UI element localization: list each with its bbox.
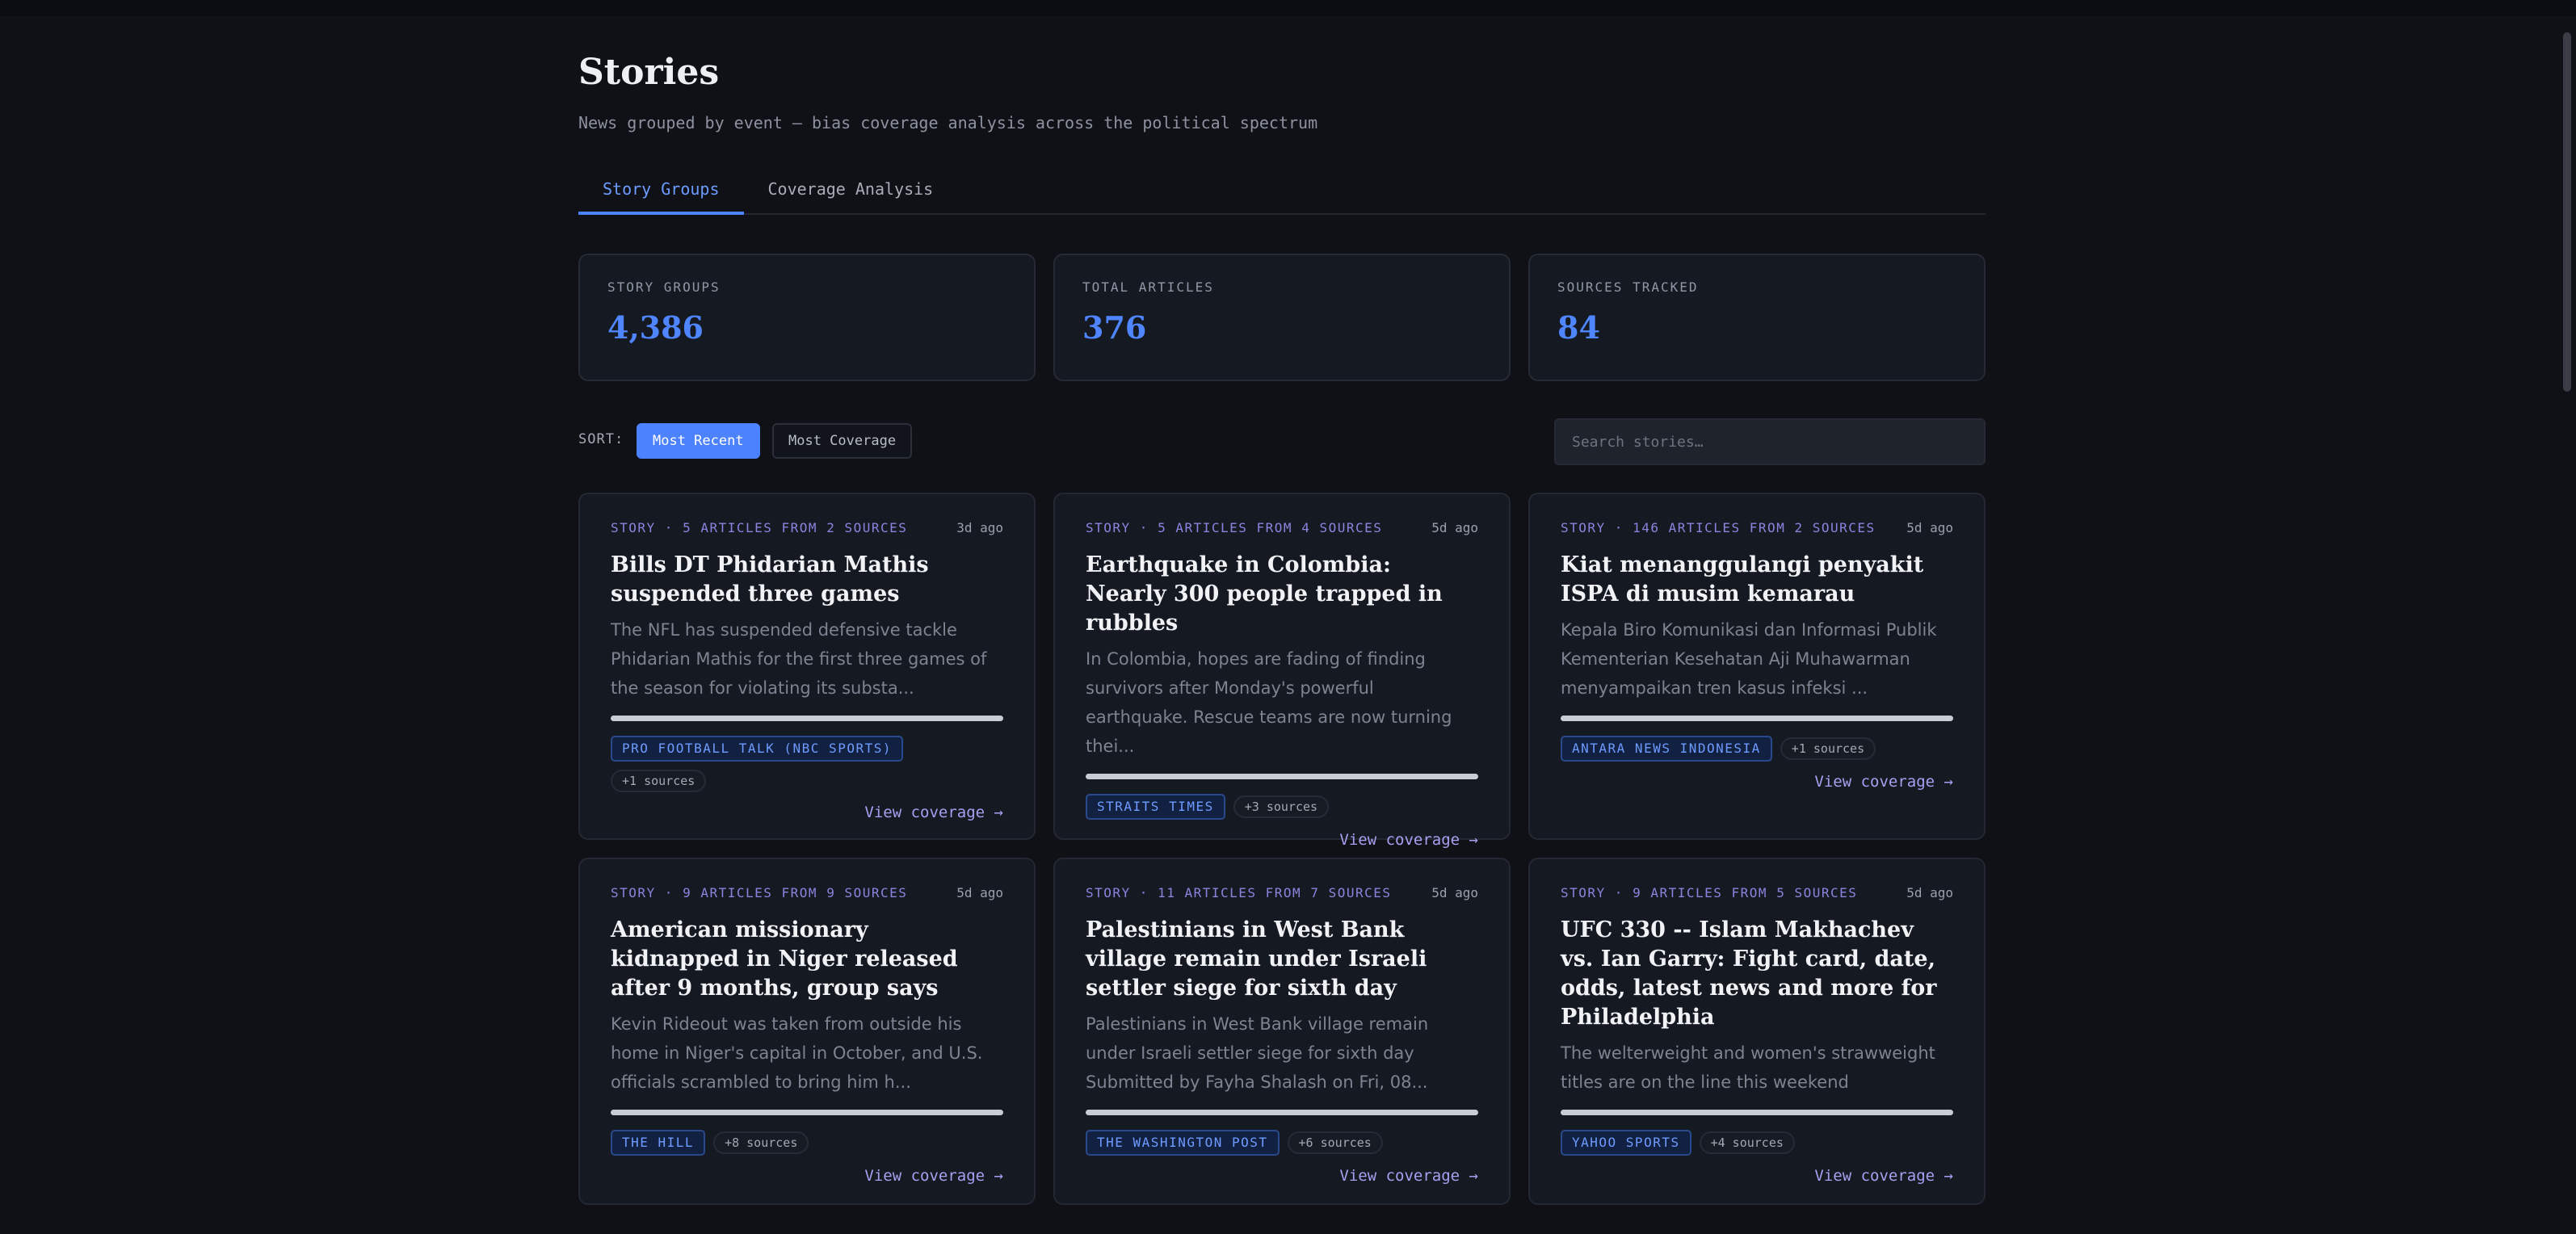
source-tags: ANTARA NEWS INDONESIA +1 sources [1561, 736, 1953, 762]
card-age: 5d ago [1431, 520, 1478, 535]
source-tag[interactable]: STRAITS TIMES [1086, 794, 1225, 820]
card-kind: STORY · 11 ARTICLES FROM 7 SOURCES [1086, 885, 1392, 900]
view-coverage-link[interactable]: View coverage → [1561, 1167, 1953, 1185]
card-summary: Kepala Biro Komunikasi dan Informasi Pub… [1561, 620, 1937, 698]
bias-coverage-bar [1086, 774, 1478, 779]
bias-coverage-bar [611, 1110, 1003, 1115]
card-summary: The NFL has suspended defensive tackle P… [611, 620, 987, 698]
card-meta: STORY · 146 ARTICLES FROM 2 SOURCES 5d a… [1561, 518, 1953, 538]
tab-bar: Story Groups Coverage Analysis [578, 166, 1986, 215]
more-sources-badge: +6 sources [1287, 1131, 1383, 1154]
sort-most-recent-button[interactable]: Most Recent [637, 423, 760, 459]
card-kind: STORY · 5 ARTICLES FROM 4 SOURCES [1086, 520, 1383, 535]
more-sources-badge: +4 sources [1699, 1131, 1795, 1154]
card-age: 3d ago [956, 520, 1003, 535]
card-age: 5d ago [1431, 885, 1478, 900]
stat-label: TOTAL ARTICLES [1082, 279, 1214, 295]
story-card[interactable]: STORY · 5 ARTICLES FROM 2 SOURCES 3d ago… [578, 493, 1036, 840]
card-meta: STORY · 11 ARTICLES FROM 7 SOURCES 5d ag… [1086, 884, 1478, 903]
source-tag[interactable]: THE HILL [611, 1130, 706, 1156]
page-subtitle: News grouped by event — bias coverage an… [578, 113, 1318, 132]
stat-value: 376 [1082, 309, 1147, 346]
stat-label: STORY GROUPS [607, 279, 721, 295]
stat-card-sources-tracked: SOURCES TRACKED 84 [1528, 254, 1986, 381]
story-card[interactable]: STORY · 146 ARTICLES FROM 2 SOURCES 5d a… [1528, 493, 1986, 840]
more-sources-badge: +3 sources [1233, 795, 1330, 818]
view-coverage-link[interactable]: View coverage → [1086, 831, 1478, 849]
view-coverage-link[interactable]: View coverage → [1086, 1167, 1478, 1185]
card-age: 5d ago [956, 885, 1003, 900]
window-top-bar [0, 0, 2576, 16]
page-scrollbar[interactable] [2563, 32, 2571, 392]
card-summary: Palestinians in West Bank village remain… [1086, 1014, 1429, 1092]
page-title: Stories [578, 52, 720, 93]
stat-card-story-groups: STORY GROUPS 4,386 [578, 254, 1036, 381]
stat-value: 84 [1557, 309, 1600, 346]
story-card[interactable]: STORY · 9 ARTICLES FROM 9 SOURCES 5d ago… [578, 858, 1036, 1205]
card-kind: STORY · 5 ARTICLES FROM 2 SOURCES [611, 520, 908, 535]
story-card[interactable]: STORY · 9 ARTICLES FROM 5 SOURCES 5d ago… [1528, 858, 1986, 1205]
card-kind: STORY · 9 ARTICLES FROM 9 SOURCES [611, 885, 908, 900]
card-meta: STORY · 9 ARTICLES FROM 5 SOURCES 5d ago [1561, 884, 1953, 903]
card-title[interactable]: American missionary kidnapped in Niger r… [611, 916, 1003, 1003]
stats-row: STORY GROUPS 4,386 TOTAL ARTICLES 376 SO… [578, 254, 1986, 381]
bias-coverage-bar [611, 716, 1003, 721]
sort-most-coverage-button[interactable]: Most Coverage [772, 423, 913, 459]
search-input[interactable] [1554, 418, 1986, 465]
source-tag[interactable]: THE WASHINGTON POST [1086, 1130, 1280, 1156]
stat-card-total-articles: TOTAL ARTICLES 376 [1053, 254, 1511, 381]
card-summary: Kevin Rideout was taken from outside his… [611, 1014, 983, 1092]
story-grid: STORY · 5 ARTICLES FROM 2 SOURCES 3d ago… [578, 493, 1986, 1205]
source-tags: THE WASHINGTON POST +6 sources [1086, 1130, 1478, 1156]
card-title[interactable]: UFC 330 -- Islam Makhachev vs. Ian Garry… [1561, 916, 1953, 1032]
sort-and-search-bar: SORT: Most Recent Most Coverage [578, 418, 1986, 465]
bias-coverage-bar [1561, 716, 1953, 721]
source-tag[interactable]: YAHOO SPORTS [1561, 1130, 1691, 1156]
card-title[interactable]: Kiat menanggulangi penyakit ISPA di musi… [1561, 551, 1953, 609]
card-age: 5d ago [1906, 520, 1953, 535]
card-age: 5d ago [1906, 885, 1953, 900]
tab-story-groups[interactable]: Story Groups [578, 166, 744, 215]
source-tag[interactable]: PRO FOOTBALL TALK (NBC SPORTS) [611, 736, 903, 762]
source-tags: YAHOO SPORTS +4 sources [1561, 1130, 1953, 1156]
stat-value: 4,386 [607, 309, 704, 346]
view-coverage-link[interactable]: View coverage → [611, 1167, 1003, 1185]
more-sources-badge: +8 sources [713, 1131, 809, 1154]
more-sources-badge: +1 sources [1780, 737, 1876, 760]
card-kind: STORY · 9 ARTICLES FROM 5 SOURCES [1561, 885, 1858, 900]
card-summary: In Colombia, hopes are fading of finding… [1086, 649, 1452, 756]
story-card[interactable]: STORY · 11 ARTICLES FROM 7 SOURCES 5d ag… [1053, 858, 1511, 1205]
card-meta: STORY · 5 ARTICLES FROM 4 SOURCES 5d ago [1086, 518, 1478, 538]
source-tags: PRO FOOTBALL TALK (NBC SPORTS) +1 source… [611, 736, 1003, 792]
card-title[interactable]: Earthquake in Colombia: Nearly 300 peopl… [1086, 551, 1478, 638]
card-summary: The welterweight and women's strawweight… [1561, 1043, 1935, 1092]
sort-label: SORT: [578, 431, 624, 447]
card-title[interactable]: Palestinians in West Bank village remain… [1086, 916, 1478, 1003]
tab-coverage-analysis[interactable]: Coverage Analysis [744, 166, 958, 213]
source-tags: STRAITS TIMES +3 sources [1086, 794, 1478, 820]
card-title[interactable]: Bills DT Phidarian Mathis suspended thre… [611, 551, 1003, 609]
stories-page: Stories News grouped by event — bias cov… [578, 48, 1986, 1205]
view-coverage-link[interactable]: View coverage → [1561, 773, 1953, 791]
more-sources-badge: +1 sources [611, 770, 707, 792]
bias-coverage-bar [1561, 1110, 1953, 1115]
stat-label: SOURCES TRACKED [1557, 279, 1699, 295]
card-meta: STORY · 5 ARTICLES FROM 2 SOURCES 3d ago [611, 518, 1003, 538]
view-coverage-link[interactable]: View coverage → [611, 804, 1003, 821]
source-tags: THE HILL +8 sources [611, 1130, 1003, 1156]
bias-coverage-bar [1086, 1110, 1478, 1115]
source-tag[interactable]: ANTARA NEWS INDONESIA [1561, 736, 1772, 762]
story-card[interactable]: STORY · 5 ARTICLES FROM 4 SOURCES 5d ago… [1053, 493, 1511, 849]
card-meta: STORY · 9 ARTICLES FROM 9 SOURCES 5d ago [611, 884, 1003, 903]
card-kind: STORY · 146 ARTICLES FROM 2 SOURCES [1561, 520, 1876, 535]
